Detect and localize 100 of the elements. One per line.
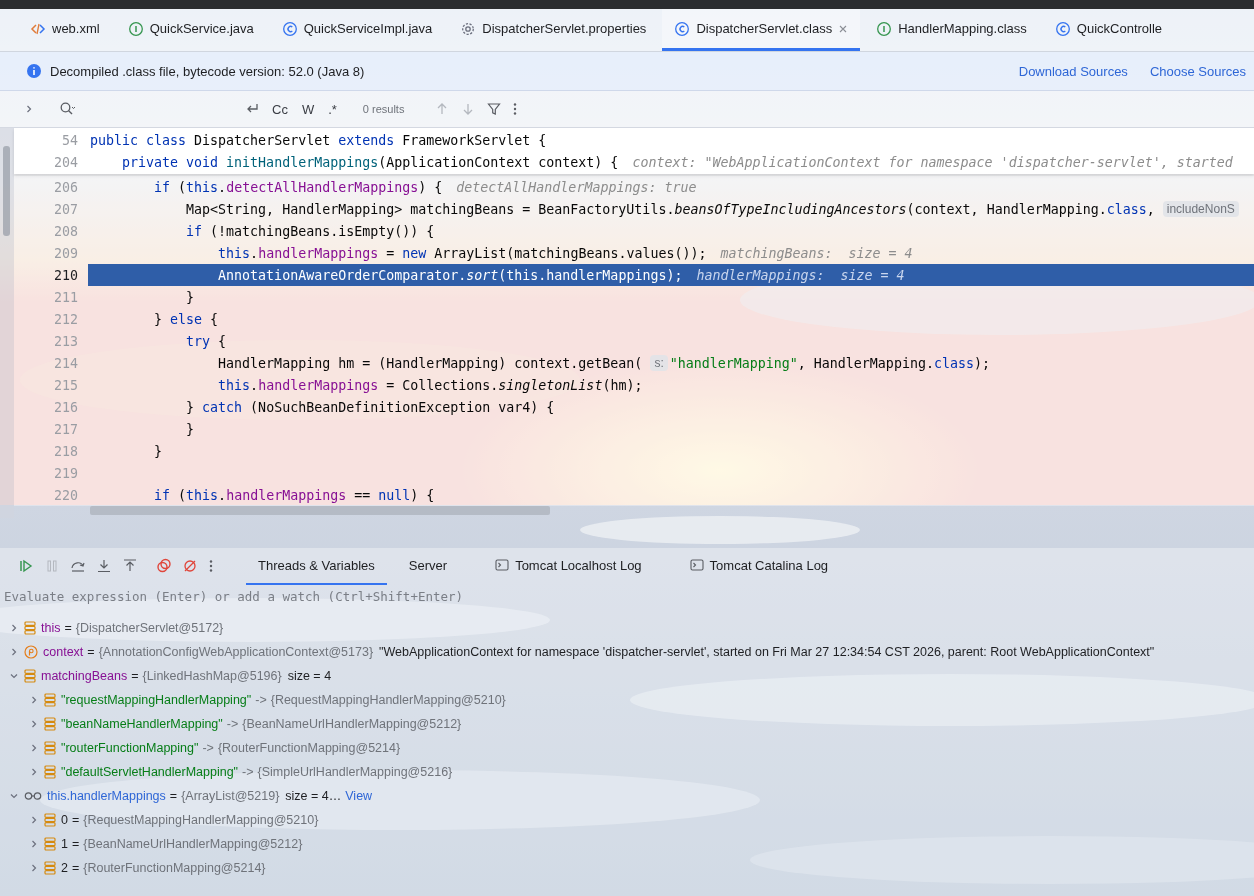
operator: =	[87, 645, 95, 659]
operator: =	[71, 861, 80, 875]
variable-value: {RequestMappingHandlerMapping@5210}	[83, 813, 319, 827]
panel-tab[interactable]: Tomcat Catalina Log	[677, 547, 841, 585]
scrollbar-thumb[interactable]	[3, 146, 10, 236]
panel-tab[interactable]: Tomcat Localhost Log	[483, 547, 654, 585]
variable-value: {SimpleUrlHandlerMapping@5216}	[257, 765, 453, 779]
stack-icon	[44, 812, 56, 828]
variable-name: this.handlerMappings	[47, 789, 166, 803]
editor-tab[interactable]: HandlerMapping.class	[864, 9, 1039, 51]
filter-icon[interactable]	[486, 101, 503, 117]
search-option-toggle[interactable]: Cc	[270, 101, 290, 117]
operator: =	[71, 813, 80, 827]
inline-value-hint: matchingBeans: size = 4	[720, 245, 913, 261]
tab-label: Server	[408, 557, 448, 573]
tab-label: HandlerMapping.class	[898, 21, 1027, 36]
code-line: "handlerMapping", HandlerMapping.class);	[669, 355, 990, 371]
search-option-toggle[interactable]: .*	[326, 101, 339, 117]
code-line: }	[185, 421, 195, 437]
notice-link[interactable]: Choose Sources	[1149, 63, 1246, 79]
code-line: }	[153, 443, 163, 459]
variable-name: context	[43, 645, 84, 659]
panel-tab[interactable]: Server	[396, 547, 460, 585]
mute-breakpoints-icon[interactable]	[156, 558, 172, 574]
glasses-icon	[24, 791, 42, 801]
search-icon[interactable]	[58, 101, 76, 117]
code-line: } else {	[153, 311, 219, 327]
class-icon	[281, 20, 298, 37]
code-line: public class DispatcherServlet extends FrameworkServlet {	[90, 132, 547, 148]
variable-name: "requestMappingHandlerMapping"	[61, 693, 252, 707]
editor-tab[interactable]: QuickService.java	[115, 9, 266, 51]
stack-icon	[44, 716, 56, 732]
inline-value-hint: detectAllHandlerMappings: true	[456, 179, 697, 195]
line-number: 218	[52, 443, 78, 459]
terminal-icon	[495, 558, 510, 572]
interface-icon	[876, 20, 893, 37]
notice-link[interactable]: Download Sources	[1018, 63, 1128, 79]
code-line: if (this.detectAllHandlerMappings) {	[153, 179, 443, 195]
line-number: 219	[52, 465, 78, 481]
line-number: 213	[52, 333, 78, 349]
line-number: 214	[52, 355, 78, 371]
step-into-icon[interactable]	[96, 558, 112, 574]
search-option-toggle[interactable]: W	[299, 101, 317, 117]
code-line: if (this.handlerMappings == null) {	[153, 487, 435, 503]
resume-icon[interactable]	[18, 558, 34, 574]
variable-value: {RouterFunctionMapping@5214}	[217, 741, 401, 755]
view-link[interactable]: View	[345, 789, 373, 803]
more-vertical-icon[interactable]	[512, 101, 519, 117]
stack-icon	[44, 860, 56, 876]
editor-tab[interactable]: web.xml	[18, 9, 112, 51]
stack-icon	[44, 764, 56, 780]
tab-label: DispatcherServlet.properties	[482, 21, 647, 36]
stack-icon	[24, 668, 36, 684]
operator: ->	[255, 693, 267, 707]
stack-icon	[44, 692, 56, 708]
code-line: HandlerMapping hm = (HandlerMapping) context.getBean(	[217, 355, 643, 371]
parameter-icon	[24, 645, 38, 659]
chevron-right-icon[interactable]	[24, 104, 34, 114]
panel-tab[interactable]: Threads & Variables	[246, 547, 387, 585]
operator: =	[71, 837, 80, 851]
gear-icon	[460, 20, 477, 37]
variable-name: 0	[61, 813, 68, 827]
variable-value: {LinkedHashMap@5196}	[142, 669, 282, 683]
more-vertical-icon[interactable]	[208, 558, 214, 574]
code-line: AnnotationAwareOrderComparator.sort(this.handlerMappings);	[217, 267, 683, 283]
editor-tab[interactable]: DispatcherServlet.class	[662, 9, 861, 51]
tab-label: DispatcherServlet.class	[696, 21, 833, 36]
line-number: 217	[52, 421, 78, 437]
variable-value: {ArrayList@5219}	[181, 789, 280, 803]
variable-name: this	[41, 621, 61, 635]
tab-label: web.xml	[52, 21, 100, 36]
evaluate-field[interactable]: Evaluate expression (Enter) or add a watch (Ctrl+Shift+Enter)	[0, 584, 1254, 608]
variable-value: {RequestMappingHandlerMapping@5210}	[270, 693, 506, 707]
editor-tab[interactable]: DispatcherServlet.properties	[448, 9, 659, 51]
editor-tab[interactable]: QuickControlle	[1042, 9, 1175, 51]
notice-text: Decompiled .class file, bytecode version: 52.0 (Java 8)	[50, 63, 366, 79]
line-number: 206	[52, 179, 78, 195]
pause-icon[interactable]	[44, 558, 60, 574]
step-out-icon[interactable]	[122, 558, 138, 574]
variable-detail: size = 4	[287, 669, 332, 683]
tab-label: Tomcat Catalina Log	[709, 557, 829, 573]
terminal-icon	[689, 558, 704, 572]
variable-name: 1	[61, 837, 68, 851]
editor-tab[interactable]: QuickServiceImpl.java	[269, 9, 445, 51]
tab-label: Threads & Variables	[258, 557, 375, 573]
class-icon	[674, 20, 691, 37]
variable-value: {RouterFunctionMapping@5214}	[83, 861, 266, 875]
parameter-hint: includeNonS	[1162, 201, 1239, 217]
code-line: private void initHandlerMappings(ApplicationContext context) {	[121, 154, 619, 170]
close-icon[interactable]	[838, 23, 849, 34]
operator: =	[64, 621, 72, 635]
variable-detail: "WebApplicationContext for namespace 'dispatcher-servlet', started on Fri Mar 27 12:34:54 CST 2026, parent: Root WebApplicationContext"	[379, 645, 1155, 659]
variable-value: {BeanNameUrlHandlerMapping@5212}	[242, 717, 462, 731]
operator: ->	[242, 765, 254, 779]
line-number: 211	[52, 289, 78, 305]
operator: ->	[202, 741, 214, 755]
line-number: 216	[52, 399, 78, 415]
code-line: Map<String, HandlerMapping> matchingBeans = BeanFactoryUtils.beansOfTypeIncludingAncestors(context, HandlerMapping.class,	[185, 201, 1155, 217]
stack-icon	[44, 740, 56, 756]
horizontal-scrollbar[interactable]	[90, 506, 550, 515]
